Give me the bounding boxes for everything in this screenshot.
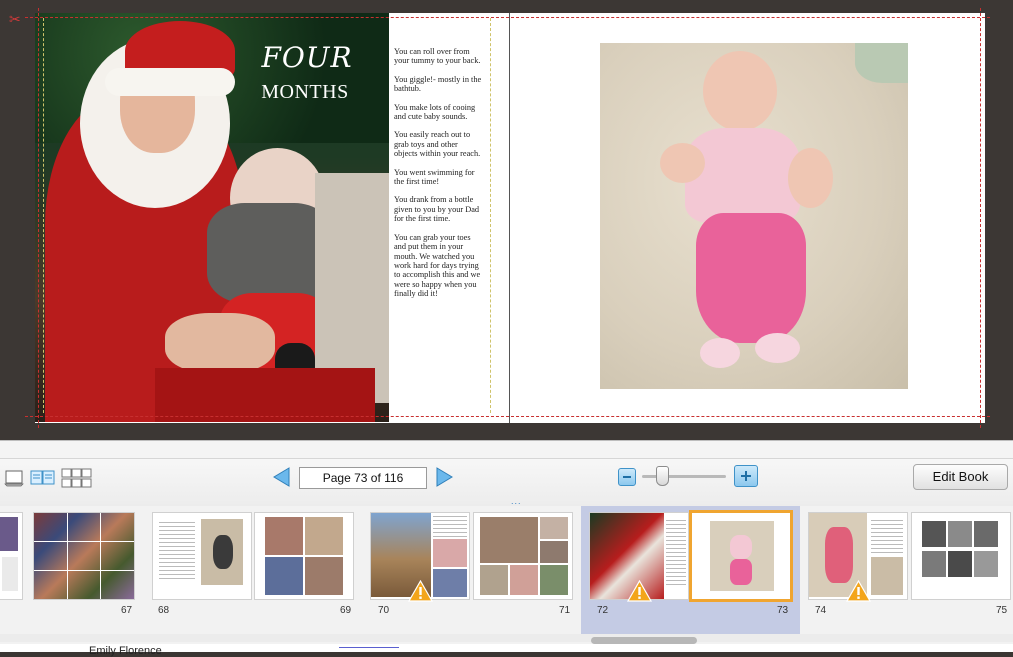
baby-on-carpet-photo[interactable] <box>600 43 908 389</box>
photo-title-four: FOUR <box>261 41 353 74</box>
page-number-70: 70 <box>378 605 390 616</box>
previous-page-button[interactable] <box>271 466 293 488</box>
text-paragraph: You easily reach out to grab toys and ot… <box>394 130 481 159</box>
thumbnail-page-73[interactable] <box>692 513 790 599</box>
warning-icon[interactable] <box>627 580 652 602</box>
page-indicator-field[interactable]: Page 73 of 116 <box>299 467 427 489</box>
all-pages-view-icon[interactable] <box>60 467 94 489</box>
partially-hidden-label: Emily Florence <box>89 645 162 657</box>
safe-guide-center <box>490 18 491 413</box>
page-gutter <box>509 13 510 423</box>
thumbnail-page-66[interactable] <box>0 513 22 599</box>
horizontal-scrollbar-thumb[interactable] <box>591 637 697 644</box>
spread-view-icon[interactable] <box>29 467 56 489</box>
page-number-71: 71 <box>559 605 571 616</box>
page-number-72: 72 <box>597 605 609 616</box>
bleed-guide-bottom <box>25 416 990 417</box>
bleed-guide-top <box>25 17 990 18</box>
zoom-slider-track[interactable] <box>642 475 726 478</box>
santa-baby-photo[interactable]: FOUR MONTHS <box>35 13 389 422</box>
text-paragraph: You giggle!- mostly in the bathtub. <box>394 74 482 94</box>
text-paragraph: You drank from a bottle given to you by … <box>394 195 480 224</box>
text-paragraph: You went swimming for the first time! <box>394 167 475 187</box>
edit-book-button[interactable]: Edit Book <box>913 464 1008 490</box>
page-number-69: 69 <box>340 605 352 616</box>
page-number-74: 74 <box>815 605 827 616</box>
thumbnail-page-71[interactable] <box>474 513 572 599</box>
next-page-button[interactable] <box>433 466 455 488</box>
safe-guide-left <box>43 18 44 413</box>
zoom-in-button[interactable] <box>734 465 758 487</box>
book-canvas[interactable]: ✂ FOUR MONTHS You can roll over from you… <box>0 0 1013 440</box>
warning-icon[interactable] <box>846 580 871 602</box>
thumbnail-page-67[interactable] <box>34 513 134 599</box>
text-paragraph: You can grab your toes and put them in y… <box>394 232 481 299</box>
page-text-block[interactable]: You can roll over from your tummy to you… <box>394 47 482 308</box>
page-thumbnail-browser[interactable]: 67 68 69 70 71 72 73 74 75 Emily Florenc… <box>0 506 1013 657</box>
bleed-guide-right <box>980 8 981 428</box>
photo-title-months: MONTHS <box>261 81 349 103</box>
page-number-68: 68 <box>158 605 170 616</box>
toolbar-top-strip <box>0 441 1013 459</box>
warning-icon[interactable] <box>408 580 433 602</box>
page-spread[interactable]: FOUR MONTHS You can roll over from your … <box>35 13 985 423</box>
thumbnail-page-75[interactable] <box>912 513 1010 599</box>
zoom-out-button[interactable] <box>618 468 636 486</box>
partially-hidden-link[interactable] <box>339 647 399 652</box>
scissors-icon: ✂ <box>9 11 21 27</box>
thumbnail-page-68[interactable] <box>153 513 251 599</box>
zoom-slider-thumb[interactable] <box>656 466 669 486</box>
text-paragraph: You can roll over from your tummy to you… <box>394 47 481 66</box>
panel-resize-grip[interactable]: ... <box>511 496 522 506</box>
bleed-guide-left <box>38 8 39 428</box>
horizontal-scrollbar-track[interactable] <box>0 634 1013 642</box>
page-number-67: 67 <box>121 605 133 616</box>
single-page-view-icon[interactable] <box>3 467 25 489</box>
text-paragraph: You make lots of cooing and cute baby so… <box>394 102 476 122</box>
page-number-75: 75 <box>996 605 1008 616</box>
thumbnail-page-69[interactable] <box>255 513 353 599</box>
navigation-toolbar: Page 73 of 116 Edit Book ... <box>0 440 1013 507</box>
page-number-73: 73 <box>777 605 789 616</box>
